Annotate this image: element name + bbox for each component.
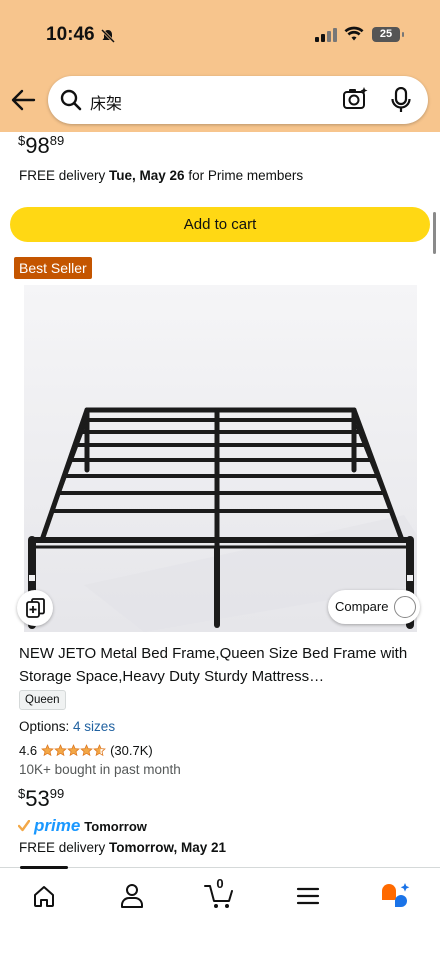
- rating-row[interactable]: 4.6 (30.7K): [19, 743, 153, 758]
- prime-brand: prime: [34, 816, 81, 835]
- star-icon: [54, 744, 67, 757]
- search-bar[interactable]: 床架: [48, 76, 428, 124]
- options-label: Options:: [19, 719, 70, 734]
- add-to-cart-button[interactable]: Add to cart: [10, 207, 430, 242]
- options-link[interactable]: 4 sizes: [73, 719, 115, 734]
- best-seller-badge: Best Seller: [14, 257, 92, 279]
- product-title[interactable]: NEW JETO Metal Bed Frame,Queen Size Bed …: [19, 642, 419, 688]
- camera-icon[interactable]: [342, 86, 368, 112]
- prime-badge: prime Tomorrow: [18, 816, 147, 836]
- star-rating: [41, 744, 106, 757]
- bought-count: 10K+ bought in past month: [19, 762, 181, 777]
- active-tab-indicator: [20, 866, 68, 869]
- delivery-info: FREE delivery Tomorrow, May 21: [19, 840, 227, 855]
- wifi-icon: [344, 26, 364, 41]
- prev-item-price: $9889: [18, 133, 65, 158]
- star-icon: [41, 744, 54, 757]
- search-icon: [60, 89, 82, 111]
- star-icon: [80, 744, 93, 757]
- nav-home[interactable]: [22, 880, 66, 910]
- nav-menu[interactable]: [286, 880, 330, 910]
- app-header: 10:46 25 床架: [0, 0, 440, 132]
- nav-ai-assistant[interactable]: [374, 880, 418, 910]
- add-to-list-icon: [26, 598, 45, 618]
- ai-assistant-icon: [382, 883, 410, 907]
- prime-delivery-day: Tomorrow: [84, 818, 147, 834]
- battery-indicator: 25: [372, 27, 404, 42]
- prime-check-icon: [18, 820, 30, 832]
- product-price: $5399: [18, 786, 65, 811]
- compare-checkbox[interactable]: [394, 596, 416, 618]
- back-arrow-icon[interactable]: [10, 88, 36, 112]
- account-icon: [121, 884, 143, 908]
- nav-cart[interactable]: 0: [198, 876, 242, 910]
- rating-count: (30.7K): [110, 743, 153, 758]
- mic-icon[interactable]: [391, 87, 411, 113]
- star-icon: [67, 744, 80, 757]
- home-icon: [34, 886, 54, 907]
- menu-icon: [296, 887, 320, 905]
- silent-bell-icon: [100, 28, 116, 44]
- prev-item-delivery: FREE delivery Tue, May 26 for Prime memb…: [19, 168, 304, 183]
- star-icon: [93, 744, 106, 757]
- status-time: 10:46: [46, 24, 95, 45]
- product-image[interactable]: [24, 285, 417, 632]
- search-input[interactable]: 床架: [90, 90, 122, 114]
- rating-value: 4.6: [19, 743, 38, 758]
- scrollbar[interactable]: [433, 212, 436, 254]
- size-badge: Queen: [19, 690, 66, 710]
- cart-icon: [204, 885, 233, 908]
- cell-signal-icon: [315, 28, 337, 42]
- options-row: Options: 4 sizes: [19, 719, 115, 734]
- compare-label: Compare: [335, 599, 389, 614]
- add-to-list-button[interactable]: [17, 590, 53, 626]
- nav-account[interactable]: [110, 880, 154, 910]
- bottom-nav: 0: [0, 866, 440, 957]
- compare-toggle[interactable]: Compare: [328, 590, 420, 624]
